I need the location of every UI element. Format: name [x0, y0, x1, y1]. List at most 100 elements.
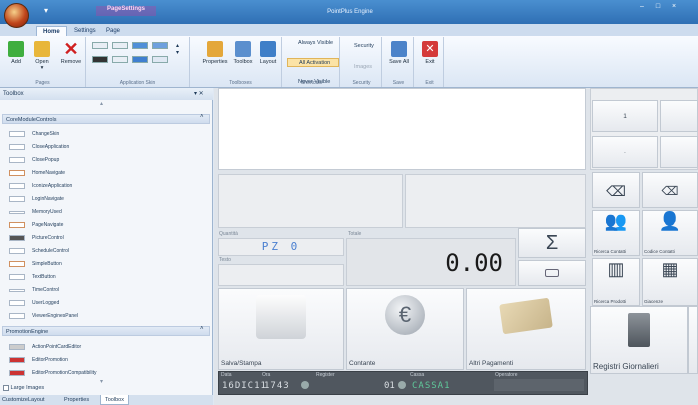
skin-swatch[interactable] [132, 42, 148, 49]
binoculars-icon: 👥 [604, 211, 628, 231]
chevron-down-icon: ▾ [40, 65, 44, 71]
toolbox-icon [235, 41, 251, 57]
stock-button[interactable]: ▦ Giacenze [642, 258, 698, 306]
category-header[interactable]: PromotionEngine [2, 326, 210, 336]
eraser-icon: ⌫ [606, 183, 626, 199]
skin-swatch[interactable] [152, 56, 168, 63]
date-label: Data [221, 372, 232, 378]
properties-button[interactable]: Properties [200, 41, 230, 65]
collapse-icon[interactable]: ˄ [200, 326, 204, 332]
operator-value [494, 379, 584, 391]
skin-swatch[interactable] [112, 56, 128, 63]
list-item[interactable]: ScheduleControl [6, 245, 206, 258]
contact-code-button[interactable]: 👤 Codice Contatti [642, 210, 698, 256]
control-icon [9, 131, 25, 137]
group-exit: ✕ Exit Exit [416, 37, 444, 87]
receipt-area [218, 88, 586, 170]
product-search-button[interactable]: ▥ Ricerca Prodotti [592, 258, 640, 306]
list-item[interactable]: ClosePopup [6, 154, 206, 167]
list-item[interactable]: TextButton [6, 271, 206, 284]
add-button[interactable]: Add [4, 41, 28, 65]
collapse-icon[interactable]: ˄ [200, 114, 204, 120]
list-item[interactable]: ViewerEnginesPanel [6, 310, 206, 323]
properties-icon [207, 41, 223, 57]
group-toolboxes: Properties Toolbox Layout Toolboxes [200, 37, 282, 87]
register-label: Register [316, 372, 335, 378]
list-item[interactable]: EditorPromotion [6, 354, 206, 367]
category-header[interactable]: CoreModuleControls [2, 114, 210, 124]
text-label: Testo [219, 257, 231, 263]
save-all-button[interactable]: Save All [386, 41, 412, 65]
toolbox-button[interactable]: Toolbox [230, 41, 256, 65]
backspace-button[interactable]: ⌫ [642, 172, 698, 208]
list-item[interactable]: IconizeApplication [6, 180, 206, 193]
quick-access-dropdown-icon[interactable]: ▾ [44, 6, 52, 15]
control-icon [9, 300, 25, 306]
skin-swatch[interactable] [92, 56, 108, 63]
add-icon [8, 41, 24, 57]
credit-card-icon [499, 297, 553, 335]
control-icon [9, 170, 25, 176]
skin-swatch[interactable] [112, 42, 128, 49]
euro-coin-icon: € [385, 295, 425, 335]
drawer-button[interactable] [518, 260, 586, 286]
side-tile[interactable] [688, 306, 698, 374]
list-item[interactable]: SimpleButton [6, 258, 206, 271]
group-label: Shortcuts [300, 80, 323, 86]
picture-icon [9, 235, 25, 241]
skin-swatch[interactable] [152, 42, 168, 49]
open-button[interactable]: Open ▾ [30, 41, 54, 71]
skin-swatch[interactable] [132, 56, 148, 63]
keypad-key[interactable] [660, 100, 698, 132]
cash-drawer-icon [545, 269, 559, 277]
list-item[interactable]: ChangeSkin [6, 128, 206, 141]
all-activation-button[interactable]: All Activation [287, 58, 339, 67]
group-application-skin: ▴ ▾ Application Skin [86, 37, 190, 87]
tab-toolbox[interactable]: Toolbox [100, 395, 129, 405]
cash-button[interactable]: € Contante [346, 288, 464, 370]
gallery-scroll-icon[interactable]: ▴ ▾ [176, 42, 179, 56]
daily-registers-button[interactable]: Registri Giornalieri [590, 306, 688, 374]
images-button[interactable]: Images [343, 63, 381, 72]
keypad-key[interactable] [660, 136, 698, 168]
save-print-button[interactable]: Salva/Stampa [218, 288, 344, 370]
eraser-button[interactable]: ⌫ [592, 172, 640, 208]
scroll-up-icon[interactable]: ▴ [100, 100, 103, 107]
tab-customize-layout[interactable]: CustomizeLayout [2, 397, 45, 403]
control-icon [9, 313, 25, 319]
tab-properties[interactable]: Properties [64, 397, 89, 403]
folder-open-icon [34, 41, 50, 57]
list-item[interactable]: UserLogged [6, 297, 206, 310]
list-item[interactable]: EditorPromotionCompatibility [6, 367, 206, 380]
always-visible-button[interactable]: Always Visible [287, 39, 339, 48]
control-icon [9, 357, 25, 363]
sigma-button[interactable]: Σ [518, 228, 586, 258]
application-menu-orb[interactable] [4, 3, 29, 28]
list-item[interactable]: LoginNavigate [6, 193, 206, 206]
large-images-checkbox[interactable]: Large Images [3, 384, 123, 393]
keypad-key[interactable]: · [592, 136, 658, 168]
keypad-key[interactable]: 1 [592, 100, 658, 132]
contact-search-button[interactable]: 👥 Ricerca Contatti [592, 210, 640, 256]
security-button[interactable]: Security [343, 42, 381, 51]
list-item[interactable]: MemoryUsed [6, 206, 206, 219]
other-payments-button[interactable]: Altri Pagamenti [466, 288, 586, 370]
list-item[interactable]: HomeNavigate [6, 167, 206, 180]
layout-button[interactable]: Layout [256, 41, 280, 65]
window-controls[interactable]: – □ × [640, 3, 696, 13]
remove-button[interactable]: ✕ Remove [58, 40, 84, 65]
list-item[interactable]: PictureControl [6, 232, 206, 245]
control-icon [9, 344, 25, 350]
skin-swatch[interactable] [92, 42, 108, 49]
list-item[interactable]: ActionPointCardEditor [6, 341, 206, 354]
person-icon: 👤 [658, 211, 682, 231]
exit-button[interactable]: ✕ Exit [418, 41, 442, 65]
pin-close-icon[interactable]: ▾ ✕ [194, 90, 204, 97]
list-item[interactable]: PageNavigate [6, 219, 206, 232]
list-item[interactable]: TimeControl [6, 284, 206, 297]
printer-icon [256, 295, 306, 339]
group-label: Application Skin [119, 80, 156, 86]
quantity-display: PZ 0 [218, 238, 344, 256]
list-item[interactable]: CloseApplication [6, 141, 206, 154]
text-field[interactable] [218, 264, 344, 286]
